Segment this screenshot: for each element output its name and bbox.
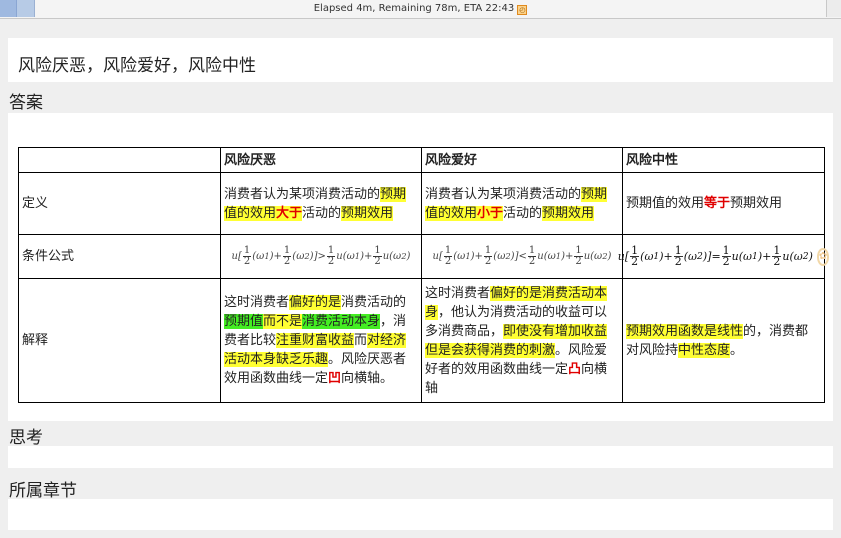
definition-cell-averse: 消费者认为某项消费活动的预期值的效用大于活动的预期效用: [220, 172, 422, 235]
table-row-explanation: 解释 这时消费者偏好的是消费活动的预期值而不是消费活动本身，消费者比较注重财富收…: [18, 278, 825, 403]
highlight-keyword: 小于: [477, 205, 504, 221]
answer-card: 风险厌恶 风险爱好 风险中性 定义 消费者认为某项消费活动的预期值的效用大于活动…: [8, 113, 833, 421]
table-header-row: 风险厌恶 风险爱好 风险中性: [18, 147, 825, 173]
formula-cell-neutral: u[1 2 (ω 1)+ 1 2 (ω 2)] = 1 2 u(ω 1)+ 1 2 u(ω 2) ✿: [617, 234, 830, 279]
highlight-segment: 偏好的是: [490, 285, 543, 301]
definition-cell-loving: 消费者认为某项消费活动的预期值的效用小于活动的预期效用: [421, 172, 623, 235]
table-row-formula: 条件公式 u[1 2 (ω 1)+ 1 2 (ω 2)] >1 2 u(ω 1)+ 1 2 u(ω 2) u[…: [18, 234, 830, 279]
text-segment: 消费者认为某项消费活动的: [425, 186, 582, 202]
question-text: 风险厌恶，风险爱好，风险中性: [18, 56, 256, 76]
answer-section-title: 答案: [9, 93, 43, 113]
table-row-definition: 定义 消费者认为某项消费活动的预期值的效用大于活动的预期效用 消费者认为某项消费…: [18, 172, 825, 235]
header-cell-risk-averse: 风险厌恶: [220, 147, 422, 173]
row-label-definition: 定义: [18, 172, 221, 235]
highlight-keyword: 大于: [276, 205, 303, 221]
formula-loving: u[1 2 (ω 1)+ 1 2 (ω 2)] <1 2 u(ω 1)+ 1 2 u(ω 2): [432, 245, 612, 267]
formula-relation: <: [518, 251, 527, 262]
text-segment: 消费者认为某项消费活动的: [224, 186, 381, 202]
formula-relation: >: [317, 251, 326, 262]
text-segment: 消费活动的: [341, 295, 407, 310]
header-cell-empty: [18, 147, 221, 173]
text-segment: 向横轴。: [341, 371, 394, 386]
keyword-segment: 凹: [328, 371, 342, 386]
status-bar-end-button[interactable]: [826, 0, 841, 17]
explanation-cell-neutral: 预期效用函数是线性的，消费都对风险持中性态度。: [622, 278, 825, 403]
header-cell-risk-loving: 风险爱好: [421, 147, 623, 173]
chapter-section-title: 所属章节: [9, 481, 77, 501]
text-segment: 。: [730, 342, 744, 358]
formula-averse: u[1 2 (ω 1)+ 1 2 (ω 2)] >1 2 u(ω 1)+ 1 2 u(ω 2): [231, 245, 411, 267]
formula-neutral: u[1 2 (ω 1)+ 1 2 (ω 2)] = 1 2 u(ω 1)+ 1 2 u(ω 2) ✿: [617, 244, 830, 268]
highlight-segment: 预期效用: [341, 205, 394, 221]
watermark-icon: ✿: [816, 247, 830, 266]
highlight-segment: 预期效用: [542, 205, 595, 221]
text-segment: 这时消费者: [425, 285, 491, 301]
text-segment: 预期值的效用: [626, 196, 705, 211]
highlight-segment: 中性态度: [678, 342, 731, 358]
elapsed-status-text: Elapsed 4m, Remaining 78m, ETA 22:43: [313, 3, 515, 14]
text-segment: 预期效用: [730, 196, 783, 211]
status-text-container: Elapsed 4m, Remaining 78m, ETA 22:43 ◴: [0, 2, 841, 16]
green-highlight-segment: 消费活动本身: [302, 314, 381, 329]
keyword-segment: 凸: [568, 361, 582, 377]
highlight-segment: 注重财富收益: [276, 333, 355, 348]
highlight-segment: 偏好的是: [289, 295, 342, 310]
header-cell-risk-neutral: 风险中性: [622, 147, 825, 173]
text-segment: 活动的: [302, 205, 342, 221]
row-label-formula: 条件公式: [18, 234, 221, 279]
thinking-section-title: 思考: [9, 428, 43, 448]
row-label-explanation: 解释: [18, 278, 221, 403]
text-segment: 而: [354, 333, 368, 348]
chapter-card: [8, 499, 833, 530]
green-highlight-segment: 预期值: [224, 314, 264, 329]
explanation-cell-loving: 这时消费者偏好的是消费活动本身，他认为消费活动的收益可以多消费商品，即使没有增加…: [421, 278, 623, 403]
text-segment: 这时消费者: [224, 295, 290, 310]
highlight-segment: 而不是: [263, 314, 303, 329]
explanation-cell-averse: 这时消费者偏好的是消费活动的预期值而不是消费活动本身，消费者比较注重财富收益而对…: [220, 278, 422, 403]
thinking-card: [8, 446, 833, 468]
highlight-segment: 预期效用函数是线性: [626, 323, 744, 339]
formula-relation: =: [711, 250, 721, 263]
text-segment: 活动的: [503, 205, 543, 221]
keyword-segment: 等于: [704, 196, 731, 211]
formula-cell-averse: u[1 2 (ω 1)+ 1 2 (ω 2)] >1 2 u(ω 1)+ 1 2 u(ω 2): [220, 234, 422, 279]
clock-icon: ◴: [517, 5, 528, 15]
definition-cell-neutral: 预期值的效用等于预期效用: [622, 172, 825, 235]
formula-cell-loving: u[1 2 (ω 1)+ 1 2 (ω 2)] <1 2 u(ω 1)+ 1 2 u(ω 2): [421, 234, 623, 279]
question-card: 风险厌恶，风险爱好，风险中性: [8, 38, 833, 82]
progress-status-bar: Elapsed 4m, Remaining 78m, ETA 22:43 ◴: [0, 0, 841, 19]
comparison-table: 风险厌恶 风险爱好 风险中性 定义 消费者认为某项消费活动的预期值的效用大于活动…: [18, 147, 830, 403]
